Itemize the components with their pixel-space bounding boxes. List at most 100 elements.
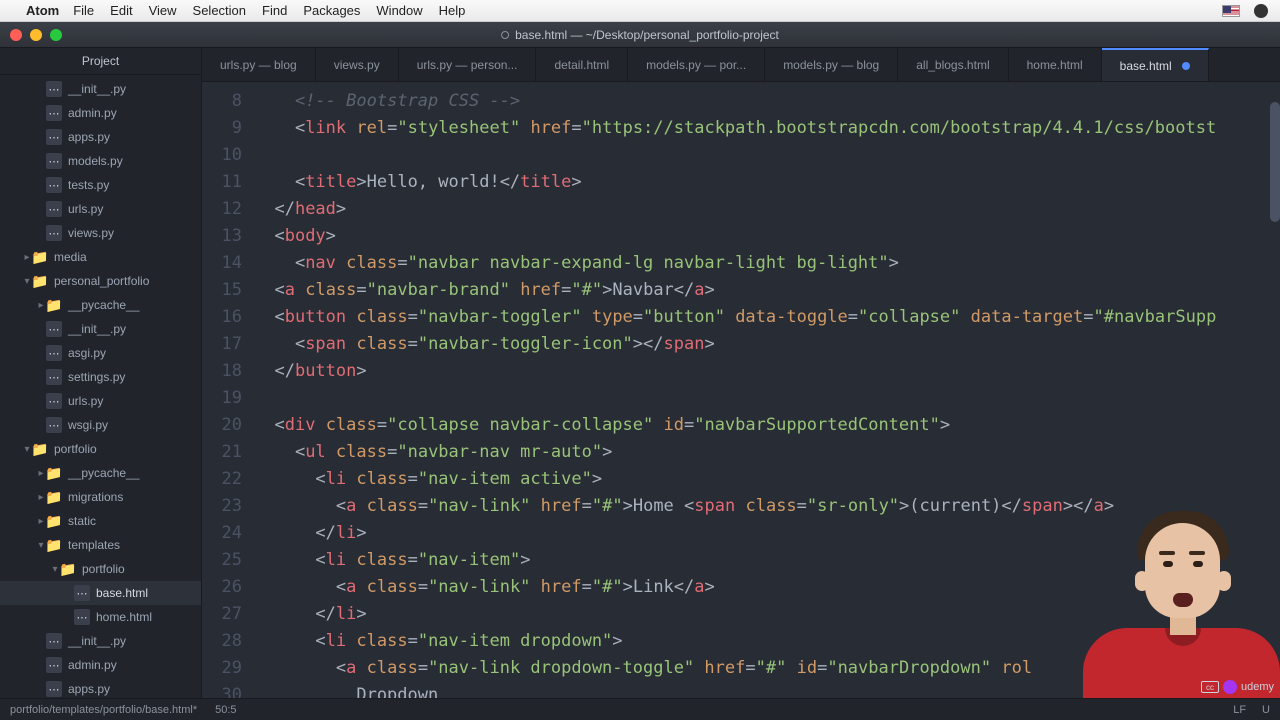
tree-item[interactable]: ▸📁media bbox=[0, 245, 201, 269]
close-window-button[interactable] bbox=[10, 29, 22, 41]
tab-label: home.html bbox=[1027, 58, 1083, 72]
tree-item[interactable]: ⋯settings.py bbox=[0, 365, 201, 389]
editor-tab[interactable]: all_blogs.html bbox=[898, 48, 1008, 81]
code-line[interactable]: <a class="navbar-brand" href="#">Navbar<… bbox=[254, 277, 1280, 304]
tree-item[interactable]: ⋯admin.py bbox=[0, 653, 201, 677]
tree-item[interactable]: ▾📁personal_portfolio bbox=[0, 269, 201, 293]
tree-item[interactable]: ▾📁portfolio bbox=[0, 437, 201, 461]
tree-item[interactable]: ⋯ models.py bbox=[0, 149, 201, 173]
editor-tab[interactable]: models.py — por... bbox=[628, 48, 765, 81]
code-editor[interactable]: 8910111213141516171819202122232425262728… bbox=[202, 82, 1280, 698]
code-line[interactable] bbox=[254, 385, 1280, 412]
editor-tab[interactable]: home.html bbox=[1009, 48, 1102, 81]
tree-item[interactable]: ⋯ wsgi.py bbox=[0, 413, 201, 437]
code-line[interactable]: <span class="navbar-toggler-icon"></span… bbox=[254, 331, 1280, 358]
code-line[interactable]: <link rel="stylesheet" href="https://sta… bbox=[254, 115, 1280, 142]
code-line[interactable]: Dropdown bbox=[254, 682, 1280, 698]
code-line[interactable]: <div class="collapse navbar-collapse" id… bbox=[254, 412, 1280, 439]
python-file-icon: ⋯ bbox=[46, 345, 62, 361]
code-line[interactable]: </li> bbox=[254, 520, 1280, 547]
tree-item[interactable]: ⋯__init__.py bbox=[0, 317, 201, 341]
tree-item[interactable]: ▾📁portfolio bbox=[0, 557, 201, 581]
status-cursor-position[interactable]: 50:5 bbox=[215, 704, 236, 716]
menu-selection[interactable]: Selection bbox=[193, 3, 246, 18]
tree-item-label: admin.py bbox=[68, 658, 117, 672]
code-line[interactable]: <ul class="navbar-nav mr-auto"> bbox=[254, 439, 1280, 466]
code-line[interactable]: <li class="nav-item dropdown"> bbox=[254, 628, 1280, 655]
status-indicator[interactable]: U bbox=[1262, 704, 1270, 716]
modified-indicator-icon bbox=[501, 31, 509, 39]
tree-item-label: personal_portfolio bbox=[54, 274, 149, 288]
minimize-window-button[interactable] bbox=[30, 29, 42, 41]
editor-tab[interactable]: detail.html bbox=[536, 48, 628, 81]
python-file-icon: ⋯ bbox=[46, 417, 62, 433]
code-line[interactable]: <title>Hello, world!</title> bbox=[254, 169, 1280, 196]
menu-help[interactable]: Help bbox=[439, 3, 466, 18]
user-menu-icon[interactable] bbox=[1254, 4, 1268, 18]
tree-item[interactable]: ⋯admin.py bbox=[0, 101, 201, 125]
python-file-icon: ⋯ bbox=[46, 153, 62, 169]
app-name[interactable]: Atom bbox=[26, 3, 59, 18]
zoom-window-button[interactable] bbox=[50, 29, 62, 41]
tree-item[interactable]: ⋯apps.py bbox=[0, 677, 201, 698]
input-source-flag-icon[interactable] bbox=[1222, 5, 1240, 17]
tree-item[interactable]: ⋯asgi.py bbox=[0, 341, 201, 365]
code-line[interactable]: <li class="nav-item"> bbox=[254, 547, 1280, 574]
python-file-icon: ⋯ bbox=[46, 81, 62, 97]
tree-item[interactable]: ⋯home.html bbox=[0, 605, 201, 629]
folder-icon: 📁 bbox=[32, 273, 48, 289]
code-line[interactable]: <!-- Bootstrap CSS --> bbox=[254, 88, 1280, 115]
code-line[interactable]: <button class="navbar-toggler" type="but… bbox=[254, 304, 1280, 331]
tree-item[interactable]: ▸📁__pycache__ bbox=[0, 461, 201, 485]
code-line[interactable]: <a class="nav-link dropdown-toggle" href… bbox=[254, 655, 1280, 682]
code-line[interactable]: </head> bbox=[254, 196, 1280, 223]
editor-tab[interactable]: base.html bbox=[1102, 48, 1209, 81]
tree-item[interactable]: ⋯__init__.py bbox=[0, 77, 201, 101]
code-line[interactable]: </button> bbox=[254, 358, 1280, 385]
tree-item[interactable]: ▾📁templates bbox=[0, 533, 201, 557]
editor-tab[interactable]: models.py — blog bbox=[765, 48, 898, 81]
status-indicator[interactable]: LF bbox=[1233, 704, 1246, 716]
tree-item-label: tests.py bbox=[68, 178, 109, 192]
editor-tab[interactable]: urls.py — blog bbox=[202, 48, 316, 81]
tree-item-label: models.py bbox=[68, 154, 123, 168]
vertical-scrollbar[interactable] bbox=[1270, 82, 1280, 698]
code-line[interactable] bbox=[254, 142, 1280, 169]
tree-item[interactable]: ▸📁migrations bbox=[0, 485, 201, 509]
code-line[interactable]: <nav class="navbar navbar-expand-lg navb… bbox=[254, 250, 1280, 277]
project-sidebar[interactable]: Project ⋯__init__.py⋯admin.py⋯apps.py⋯mo… bbox=[0, 48, 202, 698]
code-line[interactable]: <body> bbox=[254, 223, 1280, 250]
menu-file[interactable]: File bbox=[73, 3, 94, 18]
tree-item-label: wsgi.py bbox=[68, 418, 108, 432]
tree-item[interactable]: ⋯base.html bbox=[0, 581, 201, 605]
tree-item[interactable]: ⋯urls.py bbox=[0, 389, 201, 413]
tree-item[interactable]: ▸📁static bbox=[0, 509, 201, 533]
scrollbar-thumb[interactable] bbox=[1270, 102, 1280, 222]
code-line[interactable]: </li> bbox=[254, 601, 1280, 628]
editor-tab[interactable]: views.py bbox=[316, 48, 399, 81]
tree-item[interactable]: ⋯apps.py bbox=[0, 125, 201, 149]
tab-label: urls.py — person... bbox=[417, 58, 518, 72]
folder-icon: 📁 bbox=[32, 249, 48, 265]
tree-item-label: __pycache__ bbox=[68, 298, 139, 312]
editor-tab[interactable]: urls.py — person... bbox=[399, 48, 537, 81]
tree-item-label: base.html bbox=[96, 586, 148, 600]
menu-window[interactable]: Window bbox=[376, 3, 422, 18]
code-line[interactable]: <a class="nav-link" href="#">Home <span … bbox=[254, 493, 1280, 520]
menu-find[interactable]: Find bbox=[262, 3, 287, 18]
menu-view[interactable]: View bbox=[149, 3, 177, 18]
menu-edit[interactable]: Edit bbox=[110, 3, 132, 18]
tree-item-label: migrations bbox=[68, 490, 123, 504]
tree-item-label: media bbox=[54, 250, 87, 264]
tree-item[interactable]: ▸📁__pycache__ bbox=[0, 293, 201, 317]
status-file-path[interactable]: portfolio/templates/portfolio/base.html* bbox=[10, 704, 197, 716]
tree-item[interactable]: ⋯urls.py bbox=[0, 197, 201, 221]
code-line[interactable]: <a class="nav-link" href="#">Link</a> bbox=[254, 574, 1280, 601]
menu-packages[interactable]: Packages bbox=[303, 3, 360, 18]
tree-item[interactable]: ⋯__init__.py bbox=[0, 629, 201, 653]
code-line[interactable]: <li class="nav-item active"> bbox=[254, 466, 1280, 493]
macos-menubar: Atom File Edit View Selection Find Packages Wi… bbox=[0, 0, 1280, 22]
tree-item[interactable]: ⋯views.py bbox=[0, 221, 201, 245]
tree-item[interactable]: ⋯tests.py bbox=[0, 173, 201, 197]
tree-item-label: urls.py bbox=[68, 202, 103, 216]
